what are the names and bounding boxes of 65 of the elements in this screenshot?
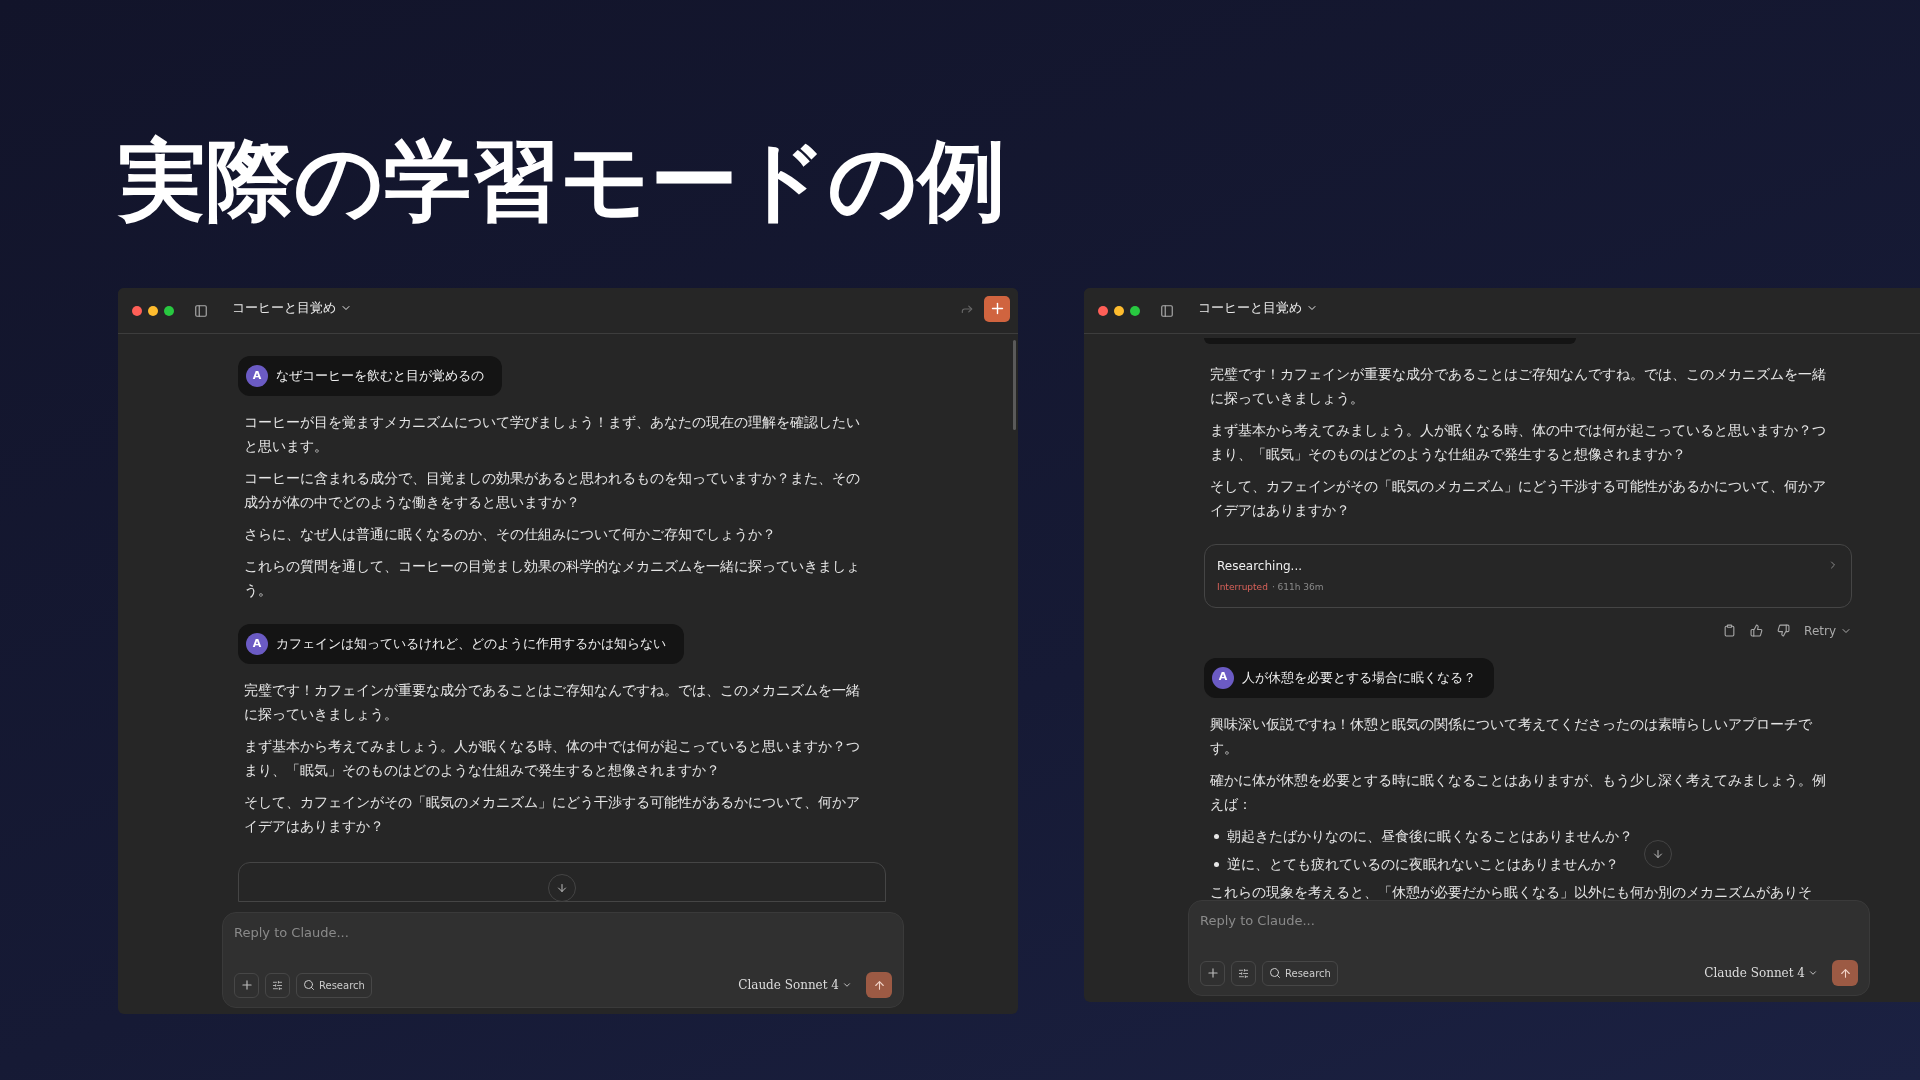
retry-button[interactable]: Retry (1804, 621, 1852, 640)
message-paragraph: そして、カフェインがその「眠気のメカニズム」にどう干渉する可能性があるかについて、何かアイデアはありますか？ (244, 793, 861, 836)
message-paragraph: これらの質問を通して、コーヒーの目覚まし効果の科学的なメカニズムを一緒に探っていきましょう。 (244, 557, 861, 600)
elapsed-time: · 611h 36m (1271, 581, 1324, 594)
arrow-up-icon (1838, 966, 1852, 980)
arrow-down-icon (1652, 848, 1664, 860)
message-paragraph: 興味深い仮説ですね！休憩と眠気の関係について考えてくださったのは素晴らしいアプローチです。 (1210, 714, 1813, 758)
message-paragraph: コーヒーに含まれる成分で、目覚ましの効果があると思われるものを知っていますか？また、その成分が体の中でどのような働きをすると思いますか？ (244, 469, 861, 512)
message-paragraph: コーヒーが目を覚ますメカニズムについて学びましょう！まず、あなたの現在の理解を確認したいと思います。 (244, 413, 861, 456)
message-paragraph: 完璧です！カフェインが重要な成分であることはご存知なんですね。では、このメカニズムを一緒に探っていきましょう。 (1210, 365, 1827, 408)
chevron-down-icon (842, 980, 852, 990)
user-message-text: カフェインは知っているけれど、どのように作用するかは知らない (276, 635, 666, 654)
clipboard-icon (1723, 624, 1737, 637)
settings-button[interactable] (265, 972, 290, 998)
sliders-icon (272, 979, 283, 991)
arrow-down-icon (556, 882, 568, 894)
chat-title-button[interactable]: コーヒーと目覚め (1198, 297, 1318, 318)
arrow-up-icon (872, 978, 886, 992)
model-selector[interactable]: Claude Sonnet 4 (1704, 964, 1818, 982)
message-paragraph: これらの現象を考えると、「休憩が必要だから眠くなる」以外にも何か別のメカニズムがありそ (1210, 882, 1813, 902)
thumbs-up-icon (1750, 624, 1764, 637)
send-button[interactable] (866, 972, 892, 998)
research-button[interactable]: Research (1262, 960, 1338, 986)
search-icon (303, 979, 315, 991)
send-button[interactable] (1832, 960, 1858, 986)
chat-title-button[interactable]: コーヒーと目覚め (232, 297, 352, 318)
research-title: Researching... (1217, 558, 1304, 575)
scrollbar[interactable] (1013, 340, 1016, 430)
list-item: 朝起きたばかりなのに、昼食後に眠くなることはありませんか？ (1227, 826, 1633, 846)
plus-icon (239, 978, 254, 992)
settings-button[interactable] (1231, 960, 1256, 986)
message-paragraph: さらに、なぜ人は普通に眠くなるのか、その仕組みについて何かご存知でしょうか？ (244, 525, 777, 544)
thumbs-down-icon (1777, 624, 1791, 637)
message-paragraph: まず基本から考えてみましょう。人が眠くなる時、体の中では何が起こっていると思いますか？つまり、「眠気」そのものはどのような仕組みで発生すると想像されますか？ (1210, 421, 1827, 464)
add-button[interactable] (1200, 960, 1225, 986)
thumbs-down-button[interactable] (1777, 624, 1791, 637)
research-card[interactable]: Researching... Interrupted · 611h 36m (1204, 544, 1852, 608)
new-chat-button[interactable] (984, 295, 1010, 322)
thumbs-up-button[interactable] (1750, 624, 1764, 637)
message-paragraph: そして、カフェインがその「眠気のメカニズム」にどう干渉する可能性があるかについて、何かアイデアはありますか？ (1210, 477, 1827, 520)
message-paragraph: まず基本から考えてみましょう。人が眠くなる時、体の中では何が起こっていると思いますか？つまり、「眠気」そのものはどのような仕組みで発生すると想像されますか？ (244, 737, 861, 780)
add-button[interactable] (234, 972, 259, 998)
sliders-icon (1238, 967, 1249, 979)
user-avatar: A (1212, 666, 1234, 689)
scroll-down-button[interactable] (548, 874, 576, 902)
user-message-text: 人が休憩を必要とする場合に眠くなる？ (1242, 668, 1476, 687)
message-paragraph: 確かに体が休憩を必要とする時に眠くなることはありますが、もう少し深く考えてみましょう。例えば： (1210, 770, 1827, 814)
copy-button[interactable] (1723, 624, 1737, 637)
plus-icon (1205, 966, 1220, 980)
sidebar-toggle-icon[interactable] (194, 303, 208, 318)
search-icon (1269, 967, 1281, 979)
slide-title: 実際の学習モードの例 (118, 128, 1006, 234)
sidebar-toggle-icon[interactable] (1160, 303, 1174, 318)
chevron-down-icon (1808, 968, 1818, 978)
scroll-down-button[interactable] (1644, 840, 1672, 868)
user-message-text: なぜコーヒーを飲むと目が覚めるの (276, 367, 484, 386)
user-avatar: A (246, 365, 268, 387)
research-button[interactable]: Research (296, 972, 372, 998)
user-avatar: A (246, 633, 268, 655)
reply-input[interactable]: Reply to Claude... (1200, 911, 1858, 931)
model-selector[interactable]: Claude Sonnet 4 (738, 976, 852, 994)
status-text: Interrupted (1217, 581, 1268, 594)
reply-input[interactable]: Reply to Claude... (234, 923, 892, 943)
list-item: 逆に、とても疲れているのに夜眠れないことはありませんか？ (1227, 854, 1619, 874)
message-paragraph: 完璧です！カフェインが重要な成分であることはご存知なんですね。では、このメカニズムを一緒に探っていきましょう。 (244, 681, 861, 724)
